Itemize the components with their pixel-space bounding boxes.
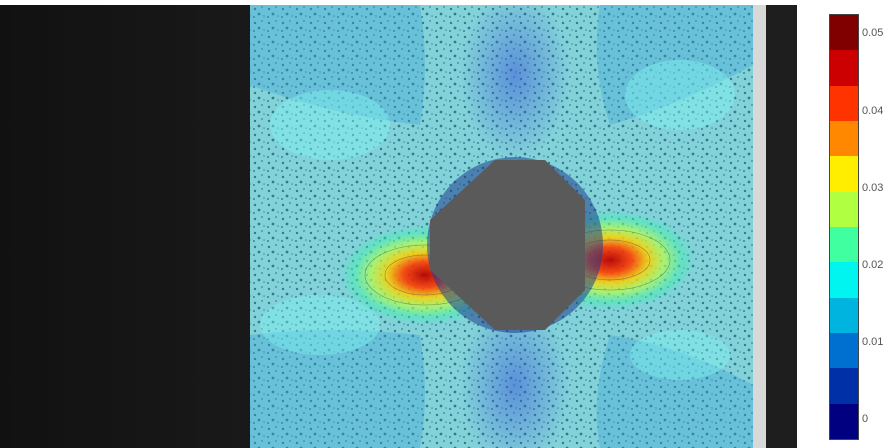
colorbar-segment — [830, 50, 858, 86]
colorbar-tick: 0.03 — [862, 182, 884, 194]
colorbar-tick: 0.04 — [862, 105, 884, 117]
colorbar-segment — [830, 403, 858, 439]
colorbar-segment — [830, 85, 858, 121]
colorbar-segment — [830, 191, 858, 227]
colorbar-segment — [830, 368, 858, 404]
strain-field-image — [0, 5, 797, 448]
colorbar-segment — [830, 120, 858, 157]
colorbar-segment — [830, 262, 858, 298]
colorbar-tick: 0.05 — [862, 27, 884, 39]
colorbar-segment — [830, 156, 858, 192]
colorbar-segment — [830, 226, 858, 263]
colorbar-segment — [830, 332, 858, 369]
colorbar-tick: 0.02 — [862, 259, 884, 271]
colorbar-segment — [830, 297, 858, 333]
colorbar-tick: 0 — [862, 413, 869, 425]
colorbar-segment — [830, 15, 858, 51]
colorbar-tick: 0.01 — [862, 336, 884, 348]
colorbar — [829, 14, 859, 440]
